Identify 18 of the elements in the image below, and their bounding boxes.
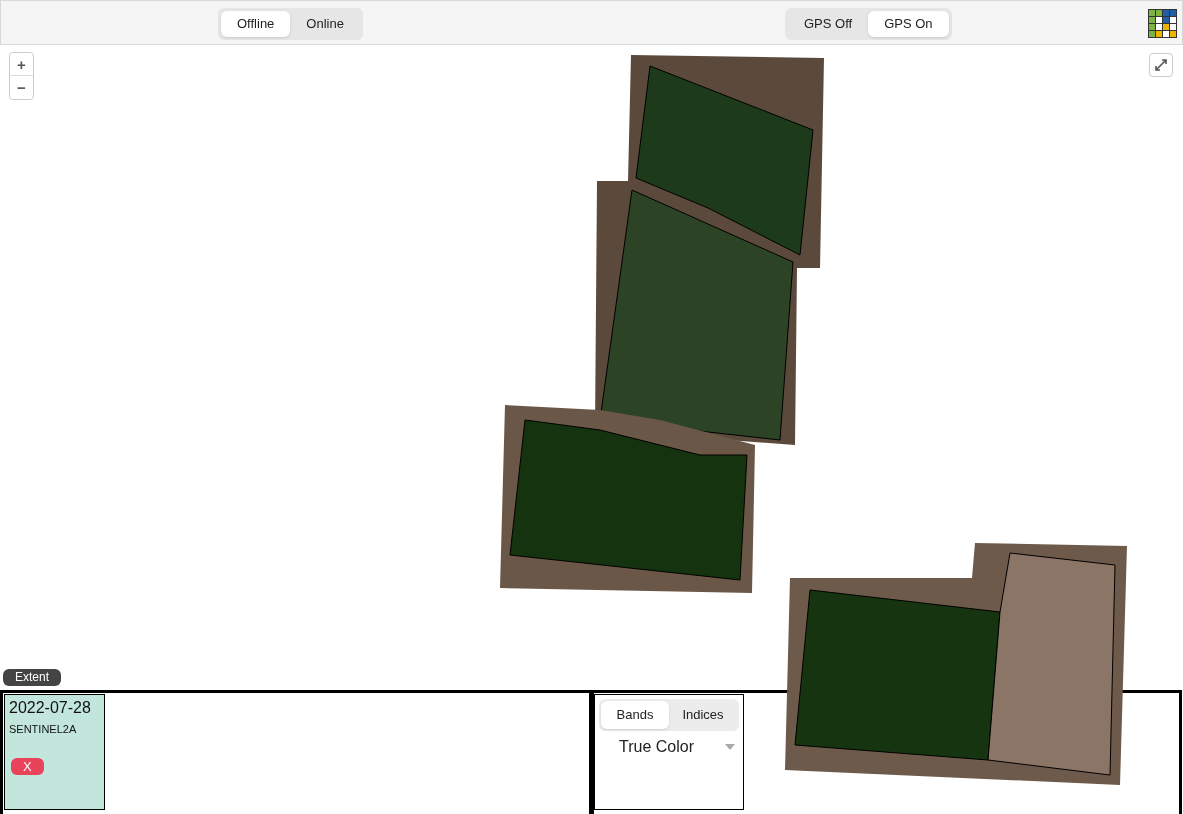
zoom-in-button[interactable]: + xyxy=(10,53,33,76)
toggle-option[interactable]: GPS On xyxy=(868,11,949,37)
logo-icon xyxy=(1148,9,1177,38)
fullscreen-button[interactable] xyxy=(1149,53,1173,77)
zoom-out-button[interactable]: − xyxy=(10,76,33,99)
layer-select[interactable]: True Color xyxy=(599,734,739,759)
tab[interactable]: Bands xyxy=(601,701,669,729)
scene-date: 2022-07-28 xyxy=(9,699,91,717)
toggle-option[interactable]: Offline xyxy=(221,11,291,37)
scene-card[interactable]: 2022-07-28 SENTINEL2A X xyxy=(4,694,105,810)
toggle-option[interactable]: GPS Off xyxy=(788,11,869,37)
toggle-option[interactable]: Online xyxy=(290,11,360,37)
dropdown-caret-icon xyxy=(725,743,735,750)
extent-button[interactable]: Extent xyxy=(3,669,62,686)
scene-satellite: SENTINEL2A xyxy=(9,722,77,737)
tab[interactable]: Indices xyxy=(669,701,737,729)
remove-button[interactable]: X xyxy=(11,757,44,775)
expand-icon xyxy=(1155,59,1167,71)
